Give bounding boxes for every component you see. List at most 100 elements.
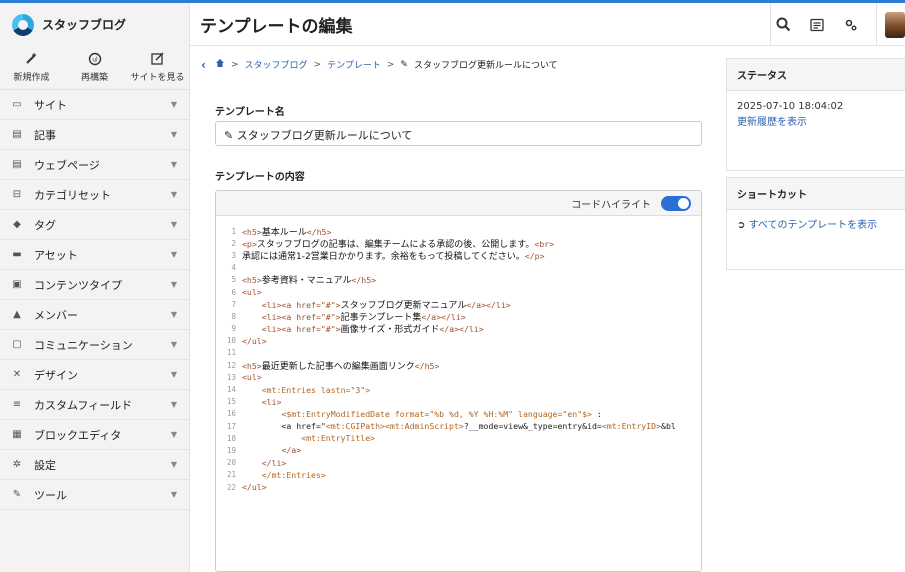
sidebar-item-content-type[interactable]: ▣ コンテンツタイプ ▼: [0, 270, 189, 300]
sidebar-item-design[interactable]: ✕ デザイン ▼: [0, 360, 189, 390]
code-text: </a>: [281, 445, 302, 456]
breadcrumb-site-link[interactable]: スタッフブログ: [245, 58, 308, 71]
status-title: ステータス: [727, 59, 905, 91]
sidebar-item-label: サイト: [34, 98, 67, 112]
sidebar-item-label: メンバー: [34, 308, 78, 322]
code-line: 10 </ul>: [216, 335, 701, 347]
sidebar-item-label: 記事: [34, 128, 56, 142]
all-templates-link[interactable]: すべてのテンプレートを表示: [749, 220, 878, 231]
content-type-icon: ▣: [12, 279, 22, 290]
sidebar-item-member[interactable]: ▲ メンバー ▼: [0, 300, 189, 330]
code-text: <a href="<mt:CGIPath><mt:AdminScript>?__…: [242, 421, 676, 432]
code-highlight-toggle[interactable]: [661, 195, 691, 211]
site-brand[interactable]: スタッフブログ: [0, 3, 190, 46]
sidebar-item-label: ブロックエディタ: [34, 428, 122, 442]
site-name: スタッフブログ: [42, 18, 127, 32]
sidebar-item-settings[interactable]: ✲ 設定 ▼: [0, 450, 189, 480]
template-content-label: テンプレートの内容: [215, 172, 305, 183]
code-line: 9 <li><a href="#">画像サイズ・形式ガイド</a></li>: [216, 323, 701, 335]
sidebar-item-entry[interactable]: ▤ 記事 ▼: [0, 120, 189, 150]
rebuild-button[interactable]: ul 再構築: [63, 46, 126, 89]
line-number: 2: [231, 238, 236, 248]
code-line: 13 <ul>: [216, 371, 701, 383]
code-line: 2 <p>スタッフブログの記事は、編集チームによる承認の後、公開します。<br>: [216, 237, 701, 250]
avatar[interactable]: [885, 11, 905, 38]
code-text: <ul>: [242, 372, 262, 383]
pencil-icon: ✎: [400, 59, 408, 70]
code-editor[interactable]: コードハイライト 1 <h5>基本ルール</h5> 2 <p>スタッフブログの記事は、…: [215, 190, 702, 572]
history-link[interactable]: 更新履歴を表示: [737, 115, 895, 131]
code-lines[interactable]: 1 <h5>基本ルール</h5> 2 <p>スタッフブログの記事は、編集チームによる承…: [216, 225, 701, 493]
code-text: </mt:Entries>: [261, 469, 326, 480]
template-name-field[interactable]: ✎ スタッフブログ更新ルールについて: [215, 121, 702, 146]
sidebar-item-tag[interactable]: ◆ タグ ▼: [0, 210, 189, 240]
code-text: <li>: [261, 396, 282, 407]
code-line: 15 <li>: [216, 396, 701, 408]
code-line: 7 <li><a href="#">スタッフブログ更新マニュアル</a></li…: [216, 298, 701, 311]
line-number: 9: [231, 324, 236, 334]
right-panel: ステータス 2025-07-10 18:04:02 更新履歴を表示 ショートカッ…: [726, 46, 905, 572]
line-number: 11: [226, 348, 236, 358]
line-number: 8: [231, 311, 236, 321]
breadcrumb: > スタッフブログ > テンプレート > ✎ スタッフブログ更新ルールについて: [215, 58, 564, 71]
sidebar: 新規作成 ul 再構築 サイトを見る ▭ サイト ▼ ▤ 記事 ▼ ▤ ウェブページ ▼ ⊟…: [0, 46, 190, 572]
sidebar-item-communication[interactable]: ▢ コミュニケーション ▼: [0, 330, 189, 360]
chevron-down-icon: ▼: [170, 100, 177, 109]
line-number: 18: [226, 433, 236, 443]
status-panel: ステータス 2025-07-10 18:04:02 更新履歴を表示: [726, 58, 905, 171]
code-line: 22 </ul>: [216, 481, 701, 493]
breadcrumb-templates-link[interactable]: テンプレート: [327, 58, 381, 71]
pencil-icon: ✎: [224, 129, 237, 142]
list-icon[interactable]: [800, 3, 834, 46]
line-number: 22: [226, 482, 236, 492]
sidebar-collapse-icon[interactable]: ‹: [201, 58, 206, 72]
code-text: </ul>: [242, 335, 267, 346]
chevron-down-icon: ▼: [170, 370, 177, 379]
sidebar-item-asset[interactable]: ▬ アセット ▼: [0, 240, 189, 270]
arrow-circle-icon: ➲: [737, 220, 749, 231]
code-text: <li><a href="#">記事テンプレート集</a></li>: [261, 311, 466, 323]
new-entry-button[interactable]: 新規作成: [0, 46, 63, 89]
custom-field-icon: ≡: [12, 399, 22, 410]
sidebar-item-site[interactable]: ▭ サイト ▼: [0, 90, 189, 120]
sidebar-item-block-editor[interactable]: ▦ ブロックエディタ ▼: [0, 420, 189, 450]
shortcut-panel: ショートカット ➲ すべてのテンプレートを表示: [726, 177, 905, 270]
sidebar-item-label: ツール: [34, 488, 67, 502]
new-entry-icon: [25, 52, 38, 68]
chevron-down-icon: ▼: [170, 340, 177, 349]
line-number: 12: [226, 360, 236, 370]
code-line: 20 </li>: [216, 457, 701, 469]
line-number: 4: [231, 263, 236, 273]
code-text: <h5>参考資料・マニュアル</h5>: [242, 275, 377, 287]
sidebar-item-tools[interactable]: ✎ ツール ▼: [0, 480, 189, 510]
search-icon[interactable]: [766, 3, 800, 46]
code-text: <ul>: [242, 287, 262, 298]
header-divider: [876, 3, 877, 46]
sidebar-item-custom-field[interactable]: ≡ カスタムフィールド ▼: [0, 390, 189, 420]
code-line: 21 </mt:Entries>: [216, 469, 701, 481]
sidebar-item-label: カテゴリセット: [34, 188, 111, 202]
new-entry-label: 新規作成: [13, 73, 50, 83]
line-number: 5: [231, 275, 236, 285]
modified-datetime: 2025-07-10 18:04:02: [737, 101, 844, 112]
asset-icon: ▬: [12, 249, 22, 260]
line-number: 7: [231, 299, 236, 309]
sidebar-item-webpage[interactable]: ▤ ウェブページ ▼: [0, 150, 189, 180]
view-site-button[interactable]: サイトを見る: [126, 46, 189, 89]
view-site-icon: [151, 52, 164, 68]
block-editor-icon: ▦: [12, 429, 22, 440]
line-number: 14: [226, 385, 236, 395]
home-icon[interactable]: [215, 58, 225, 71]
sidebar-item-label: コンテンツタイプ: [34, 278, 122, 292]
movable-type-logo: [12, 13, 34, 36]
code-text: <li><a href="#">スタッフブログ更新マニュアル</a></li>: [261, 299, 511, 311]
breadcrumb-current: スタッフブログ更新ルールについて: [413, 61, 558, 71]
gear-icon[interactable]: [834, 3, 868, 46]
sidebar-item-category-set[interactable]: ⊟ カテゴリセット ▼: [0, 180, 189, 210]
line-number: 15: [226, 397, 236, 407]
code-text: </ul>: [242, 482, 267, 493]
chevron-down-icon: ▼: [170, 130, 177, 139]
code-text: <mt:Entries lastn="3">: [261, 384, 371, 395]
member-icon: ▲: [13, 309, 21, 320]
page-title: テンプレートの編集: [200, 17, 353, 37]
